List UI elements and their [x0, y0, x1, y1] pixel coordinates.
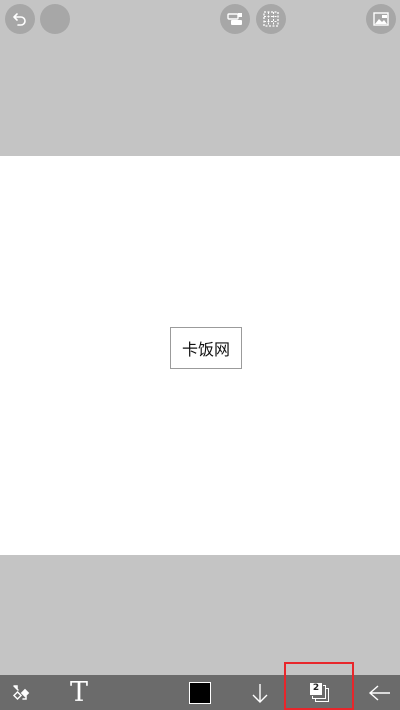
- selection-button[interactable]: [256, 4, 286, 34]
- layers-button[interactable]: 2: [302, 675, 338, 710]
- image-adjust-button[interactable]: [220, 4, 250, 34]
- layers-icon: 2: [309, 681, 331, 704]
- image-adjust-icon: [227, 13, 242, 25]
- back-button[interactable]: [364, 675, 396, 710]
- undo-button[interactable]: [5, 4, 35, 34]
- transform-button[interactable]: [2, 675, 38, 710]
- bottom-toolbar: T 2: [0, 675, 400, 710]
- selection-grid-icon: [263, 11, 279, 27]
- undo-icon: [13, 13, 26, 26]
- text-layer[interactable]: 卡饭网: [170, 327, 242, 369]
- transform-icon: [12, 684, 30, 700]
- canvas[interactable]: 卡饭网: [0, 156, 400, 555]
- text-layer-content: 卡饭网: [181, 340, 230, 359]
- text-tool-icon: T: [69, 677, 88, 708]
- color-picker-button[interactable]: [185, 675, 215, 710]
- photo-button[interactable]: [366, 4, 396, 34]
- photo-icon: [373, 12, 389, 26]
- color-swatch: [189, 681, 211, 704]
- layers-count-badge: 2: [309, 681, 323, 696]
- arrow-down-icon: [252, 683, 268, 703]
- back-arrow-icon: [368, 684, 390, 701]
- text-tool-button[interactable]: T: [62, 675, 96, 710]
- top-bar: [0, 0, 400, 40]
- move-down-button[interactable]: [246, 675, 274, 710]
- redo-button[interactable]: [40, 4, 70, 34]
